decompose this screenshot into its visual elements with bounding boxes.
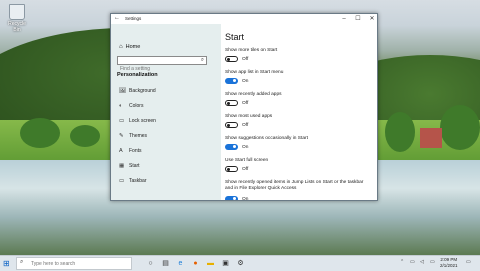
back-icon[interactable]: ← <box>114 15 120 21</box>
minimize-button[interactable]: – <box>337 14 351 24</box>
windows-start-icon[interactable]: ⊞ <box>3 259 10 268</box>
settings-window: ← Settings – ☐ ✕ ⌂Home ⌕ Personalization… <box>110 13 378 201</box>
taskbar-icon: ▭ <box>119 178 125 184</box>
start-icon: ▦ <box>119 163 125 169</box>
notifications-icon[interactable]: ▭ <box>466 259 471 265</box>
toggle-jump-lists[interactable] <box>225 196 238 200</box>
sidebar-item-start[interactable]: ▦ Start <box>119 163 140 172</box>
clock-date: 2/1/2021 <box>440 263 458 268</box>
fonts-icon: A <box>119 148 123 154</box>
recycle-bin-label: Recycle Bin <box>8 21 26 33</box>
option-label: Show suggestions occasionally in Start <box>225 136 308 141</box>
edge-browser-icon[interactable]: e <box>175 258 186 269</box>
toggle-knob <box>233 197 236 200</box>
option-label: Show recently added apps <box>225 92 282 97</box>
toggle-more-tiles[interactable] <box>225 56 238 62</box>
toggle-knob <box>227 101 230 105</box>
option-label: Show more tiles on Start <box>225 48 278 53</box>
sidebar: ⌂Home ⌕ Personalization 🖼Background ◐ Col… <box>111 24 221 200</box>
sidebar-item-lock-screen[interactable]: ▭ Lock screen <box>119 118 156 127</box>
taskbar-clock[interactable]: 2:09 PM 2/1/2021 <box>440 257 458 269</box>
toggle-app-list[interactable] <box>225 78 238 84</box>
taskbar-search-input[interactable] <box>29 260 128 268</box>
wallpaper-house <box>420 128 442 148</box>
toggle-state: On <box>242 144 249 150</box>
sidebar-item-label: Themes <box>129 133 148 139</box>
option-label: Show most used apps <box>225 114 273 119</box>
sidebar-item-label: Taskbar <box>129 178 147 184</box>
sidebar-home-label: Home <box>125 44 141 50</box>
option-label: Use Start full screen <box>225 158 269 163</box>
background-icon: 🖼 <box>119 88 126 94</box>
page-title: Start <box>225 32 245 42</box>
toggle-most-used[interactable] <box>225 122 238 128</box>
sidebar-item-themes[interactable]: ✎ Themes <box>119 133 147 142</box>
sidebar-item-label: Lock screen <box>129 118 156 124</box>
sidebar-item-label: Colors <box>129 103 144 109</box>
toggle-state: On <box>242 196 249 201</box>
wallpaper-tree <box>20 118 60 148</box>
themes-icon: ✎ <box>119 133 124 139</box>
volume-icon[interactable]: ◁ <box>420 259 424 265</box>
toggle-recently-added[interactable] <box>225 100 238 106</box>
sidebar-section-title: Personalization <box>117 72 158 78</box>
sidebar-item-label: Fonts <box>129 148 142 154</box>
sidebar-item-label: Start <box>129 163 140 169</box>
settings-search[interactable]: ⌕ <box>117 56 207 73</box>
toggle-suggestions[interactable] <box>225 144 238 150</box>
toggle-knob <box>227 57 230 61</box>
settings-gear-icon[interactable]: ⚙ <box>235 258 246 269</box>
wallpaper-tree <box>70 125 100 147</box>
sidebar-item-label: Background <box>129 88 156 94</box>
sidebar-item-fonts[interactable]: A Fonts <box>119 148 142 157</box>
cortana-icon[interactable]: ○ <box>145 258 156 269</box>
taskbar-search[interactable]: ⌕ <box>16 257 132 270</box>
keyboard-icon[interactable]: ▭ <box>430 259 435 265</box>
toggle-knob <box>227 167 230 171</box>
sidebar-item-background[interactable]: 🖼 Background <box>119 88 156 97</box>
network-icon[interactable]: ▭ <box>410 259 415 265</box>
lock-screen-icon: ▭ <box>119 118 125 124</box>
maximize-button[interactable]: ☐ <box>351 14 365 24</box>
close-button[interactable]: ✕ <box>365 14 377 24</box>
wallpaper-tree <box>440 105 480 150</box>
wallpaper-tree <box>385 112 415 152</box>
task-view-icon[interactable]: ▤ <box>160 258 171 269</box>
recycle-bin-shortcut[interactable]: Recycle Bin <box>4 4 30 33</box>
sidebar-item-home[interactable]: ⌂ Home <box>119 44 140 50</box>
tray-chevron-icon[interactable]: ⌃ <box>400 259 404 265</box>
search-icon: ⌕ <box>20 259 24 265</box>
firefox-icon[interactable]: ● <box>190 258 201 269</box>
option-label: Show recently opened items in Jump Lists… <box>225 180 364 191</box>
toggle-state: Off <box>242 56 249 62</box>
store-icon[interactable]: ▣ <box>220 258 231 269</box>
toggle-full-screen[interactable] <box>225 166 238 172</box>
toggle-state: Off <box>242 100 249 106</box>
sidebar-item-colors[interactable]: ◐ Colors <box>119 103 143 112</box>
palette-icon: ◐ <box>119 103 123 109</box>
file-explorer-icon[interactable]: ▬ <box>205 258 216 269</box>
toggle-knob <box>233 145 236 148</box>
recycle-bin-icon <box>9 4 25 20</box>
sidebar-item-taskbar[interactable]: ▭ Taskbar <box>119 178 147 187</box>
settings-content: Start Show more tiles on Start Off Show … <box>221 24 377 201</box>
search-icon[interactable]: ⌕ <box>201 57 204 64</box>
toggle-state: Off <box>242 122 249 128</box>
toggle-state: On <box>242 78 249 84</box>
title-bar: ← Settings – ☐ ✕ <box>111 14 377 24</box>
toggle-knob <box>227 123 230 127</box>
toggle-knob <box>233 79 236 82</box>
toggle-state: Off <box>242 166 249 172</box>
option-label: Show app list in Start menu <box>225 70 284 75</box>
home-icon: ⌂ <box>119 44 123 50</box>
taskbar: ⊞ ⌕ ○ ▤ e ● ▬ ▣ ⚙ ⌃ ▭ ◁ ▭ 2:09 PM 2/1/20… <box>0 255 480 271</box>
window-title: Settings <box>125 16 142 21</box>
